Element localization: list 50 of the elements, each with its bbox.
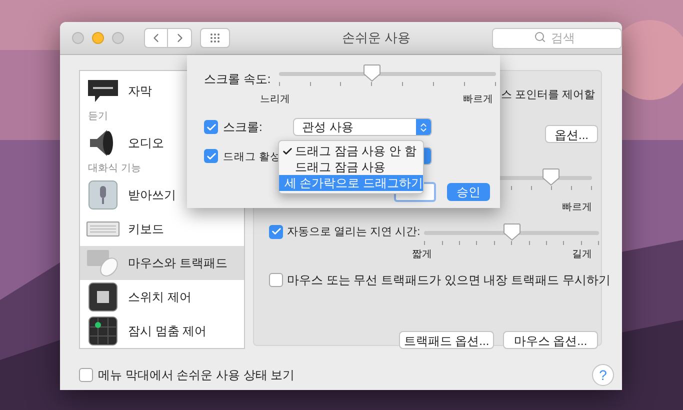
slider-max-label: 길게 bbox=[572, 248, 592, 262]
menu-item[interactable]: 드래그 잠금 사용 안 함 bbox=[279, 143, 423, 159]
sidebar-item[interactable]: 마우스와 트랙패드 bbox=[80, 246, 244, 280]
sidebar-item[interactable]: 키보드 bbox=[80, 212, 244, 246]
sidebar-header: 듣기 bbox=[87, 110, 109, 124]
slider-min-label: 짧게 bbox=[412, 248, 432, 262]
stepper-icon bbox=[418, 122, 429, 132]
options-button[interactable]: 트랙패드 옵션... bbox=[399, 330, 494, 348]
options-button[interactable]: 옵션... bbox=[545, 124, 598, 142]
sidebar-header: 대화식 기능 bbox=[87, 162, 142, 176]
slider-max-label: 빠르게 bbox=[562, 200, 592, 214]
slider-thumb[interactable] bbox=[540, 166, 561, 186]
slider-thumb[interactable] bbox=[502, 222, 522, 242]
checkbox[interactable] bbox=[269, 224, 283, 238]
options-button[interactable]: 마우스 옵션... bbox=[503, 330, 598, 348]
check-icon bbox=[206, 122, 216, 132]
window-title: 손쉬운 사용 bbox=[342, 29, 411, 48]
switch-icon bbox=[86, 282, 120, 312]
popup-button[interactable]: 관성 사용 bbox=[293, 118, 432, 136]
sidebar-item[interactable]: 잠시 멈춤 제어 bbox=[80, 314, 244, 348]
checkbox[interactable] bbox=[269, 272, 283, 286]
sidebar-item[interactable]: 스위치 제어 bbox=[80, 280, 244, 314]
checkbox-label: 자동으로 열리는 지연 시간: bbox=[287, 224, 420, 238]
zoom-button[interactable] bbox=[112, 32, 124, 44]
slider-max-label: 빠르게 bbox=[463, 93, 493, 107]
forward-button[interactable] bbox=[168, 28, 192, 48]
grid-icon bbox=[209, 32, 221, 44]
checkbox-label: 메뉴 막대에서 손쉬운 사용 상태 보기 bbox=[98, 367, 295, 384]
checkbox[interactable] bbox=[204, 149, 218, 163]
slider-label: 스크롤 속도: bbox=[204, 71, 271, 88]
check-icon bbox=[270, 226, 282, 237]
checkbox[interactable] bbox=[79, 368, 93, 382]
check-icon bbox=[282, 146, 292, 156]
search-field[interactable]: 검색 bbox=[492, 28, 622, 48]
dwell-grid-icon bbox=[86, 316, 120, 346]
menu-item[interactable]: 드래그 잠금 사용 bbox=[279, 159, 423, 175]
close-button[interactable] bbox=[72, 32, 84, 44]
back-button[interactable] bbox=[144, 28, 168, 48]
checkbox-label: 스크롤: bbox=[223, 119, 264, 136]
check-icon bbox=[206, 150, 216, 162]
microphone-icon bbox=[86, 180, 120, 210]
minimize-button[interactable] bbox=[92, 32, 104, 44]
slider-min-label: 느리게 bbox=[260, 93, 290, 107]
checkbox[interactable] bbox=[204, 120, 218, 134]
checkbox-label: 마우스 또는 무선 트랙패드가 있으면 내장 트랙패드 무시하기 bbox=[287, 272, 610, 288]
description-text: 스 포인터를 제어할 bbox=[500, 88, 595, 103]
slider-thumb[interactable] bbox=[362, 63, 382, 83]
grid-button[interactable] bbox=[200, 28, 230, 48]
mouse-trackpad-icon bbox=[86, 248, 120, 278]
search-icon bbox=[534, 31, 546, 43]
